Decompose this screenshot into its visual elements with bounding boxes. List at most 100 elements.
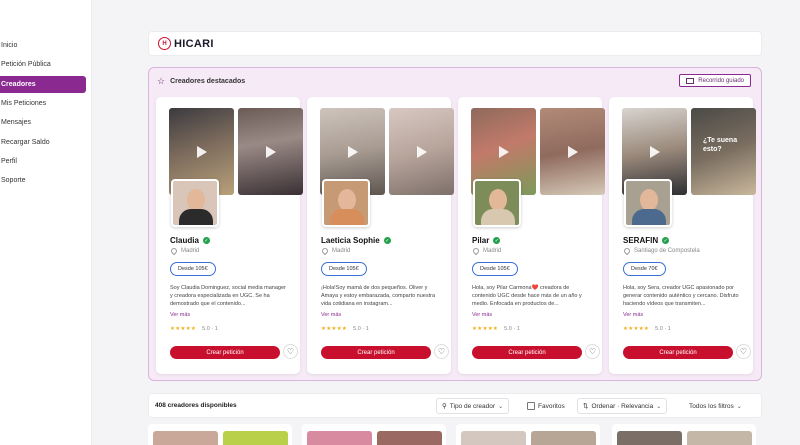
favorites-toggle[interactable]: Favoritos bbox=[527, 398, 565, 414]
rating-stars: ★★★★★ bbox=[321, 326, 348, 332]
all-filters-button[interactable]: Todos los filtros ⌄ bbox=[689, 398, 742, 414]
top-header: H HICARI bbox=[148, 31, 762, 56]
creator-bio: Soy Claudia Dominguez, social media mana… bbox=[170, 285, 286, 307]
create-request-button[interactable]: Crear petición bbox=[170, 346, 280, 359]
avatar bbox=[473, 179, 521, 227]
creator-type-filter[interactable]: ⚲ Tipo de creador ⌄ bbox=[436, 398, 510, 414]
creator-name[interactable]: Laeticia Sophie bbox=[321, 236, 380, 245]
rating-value: 5.0 · 1 bbox=[504, 326, 520, 332]
creator-location: Madrid bbox=[181, 248, 200, 254]
creator-location: Santiago de Compostela bbox=[634, 248, 700, 254]
play-icon bbox=[649, 145, 660, 158]
video-thumbnail[interactable] bbox=[461, 431, 526, 445]
creator-card[interactable]: ¿Te suena esto? SERAFIN ✓ Santiago de Com… bbox=[609, 97, 756, 374]
person-icon: ⚲ bbox=[442, 403, 447, 410]
rating-value: 5.0 · 1 bbox=[655, 326, 671, 332]
guided-tour-label: Recorrido guiado bbox=[698, 77, 744, 84]
featured-title: Creadores destacados bbox=[170, 77, 246, 85]
see-more-link[interactable]: Ver más bbox=[170, 312, 190, 318]
filter-bar: 408 creadores disponibles ⚲ Tipo de crea… bbox=[148, 393, 762, 418]
sort-dropdown[interactable]: ⇅ Ordenar · Relevancia ⌄ bbox=[577, 398, 668, 414]
sidebar-item-peticion-publica[interactable]: Petición Pública bbox=[0, 56, 86, 73]
avatar bbox=[322, 179, 370, 227]
video-thumbnail[interactable] bbox=[617, 431, 682, 445]
creator-card-partial[interactable] bbox=[456, 424, 600, 445]
price-badge: Desde 105€ bbox=[472, 262, 518, 276]
rating-stars: ★★★★★ bbox=[623, 326, 650, 332]
video-thumbnail[interactable] bbox=[153, 431, 218, 445]
favorites-checkbox[interactable] bbox=[527, 402, 535, 410]
video-thumbnail[interactable] bbox=[389, 108, 454, 195]
chevron-down-icon: ⌄ bbox=[498, 403, 504, 410]
favorites-label: Favoritos bbox=[538, 402, 565, 410]
star-icon: ☆ bbox=[157, 75, 166, 86]
sidebar-item-soporte[interactable]: Soporte bbox=[0, 172, 86, 189]
avatar bbox=[171, 179, 219, 227]
see-more-link[interactable]: Ver más bbox=[321, 312, 341, 318]
sort-icon: ⇅ bbox=[583, 403, 589, 410]
see-more-link[interactable]: Ver más bbox=[472, 312, 492, 318]
video-thumbnail[interactable] bbox=[307, 431, 372, 445]
location-pin-icon bbox=[622, 246, 632, 256]
location-pin-icon bbox=[471, 246, 481, 256]
creator-card[interactable]: Pilar ✓ Madrid Desde 105€ Hola, soy Pilar… bbox=[458, 97, 605, 374]
video-caption: ¿Te suena esto? bbox=[703, 137, 738, 153]
sidebar-item-perfil[interactable]: Perfil bbox=[0, 153, 86, 170]
creator-name[interactable]: Pilar bbox=[472, 236, 489, 245]
rating-stars: ★★★★★ bbox=[472, 326, 499, 332]
create-request-button[interactable]: Crear petición bbox=[321, 346, 431, 359]
sidebar: Inicio Petición Pública Creadores Mis Pe… bbox=[0, 0, 92, 445]
creators-count: 408 creadores disponibles bbox=[155, 402, 237, 409]
video-thumbnail[interactable] bbox=[223, 431, 288, 445]
creator-name[interactable]: SERAFIN bbox=[623, 236, 658, 245]
video-thumbnail[interactable]: ¿Te suena esto? bbox=[691, 108, 756, 195]
sidebar-item-mis-peticiones[interactable]: Mis Peticiones bbox=[0, 95, 86, 112]
guided-tour-button[interactable]: Recorrido guiado bbox=[679, 74, 751, 87]
play-icon bbox=[416, 145, 427, 158]
sidebar-item-mensajes[interactable]: Mensajes bbox=[0, 114, 86, 131]
creator-card-partial[interactable] bbox=[302, 424, 446, 445]
all-filters-label: Todos los filtros bbox=[689, 402, 734, 410]
verified-icon: ✓ bbox=[202, 237, 210, 244]
rating-value: 5.0 · 1 bbox=[202, 326, 218, 332]
price-badge: Desde 70€ bbox=[623, 262, 666, 276]
play-icon bbox=[347, 145, 358, 158]
chevron-down-icon: ⌄ bbox=[736, 403, 742, 410]
sidebar-item-inicio[interactable]: Inicio bbox=[0, 37, 86, 54]
creator-bio: ¡Hola!Soy mamá de dos pequeños. Oliver y… bbox=[321, 285, 436, 307]
create-request-button[interactable]: Crear petición bbox=[623, 346, 733, 359]
see-more-link[interactable]: Ver más bbox=[623, 312, 643, 318]
heart-icon[interactable]: ♡ bbox=[585, 344, 600, 359]
video-thumbnail[interactable] bbox=[687, 431, 752, 445]
sort-label: Ordenar · Relevancia bbox=[591, 402, 654, 410]
video-thumbnail[interactable] bbox=[531, 431, 596, 445]
creator-card[interactable]: Laeticia Sophie ✓ Madrid Desde 105€ ¡Hola… bbox=[307, 97, 454, 374]
heart-icon[interactable]: ♡ bbox=[434, 344, 449, 359]
creator-card[interactable]: Claudia ✓ Madrid Desde 105€ Soy Claudia D… bbox=[156, 97, 303, 374]
heart-icon[interactable]: ♡ bbox=[736, 344, 751, 359]
create-request-button[interactable]: Crear petición bbox=[472, 346, 582, 359]
rating-stars: ★★★★★ bbox=[170, 326, 197, 332]
location-pin-icon bbox=[169, 246, 179, 256]
sidebar-item-creadores[interactable]: Creadores bbox=[0, 76, 86, 93]
sidebar-item-recargar-saldo[interactable]: Recargar Saldo bbox=[0, 134, 86, 151]
creator-card-partial[interactable] bbox=[612, 424, 756, 445]
creator-bio: Hola, soy Pilar Carmona❤️ creadora de co… bbox=[472, 285, 582, 307]
chevron-down-icon: ⌄ bbox=[656, 403, 662, 410]
creator-type-label: Tipo de creador bbox=[449, 402, 496, 410]
price-badge: Desde 105€ bbox=[321, 262, 367, 276]
heart-icon[interactable]: ♡ bbox=[283, 344, 298, 359]
video-thumbnail[interactable] bbox=[540, 108, 605, 195]
creator-card-partial[interactable] bbox=[148, 424, 292, 445]
creator-name[interactable]: Claudia bbox=[170, 236, 199, 245]
video-thumbnail[interactable] bbox=[238, 108, 303, 195]
play-icon bbox=[265, 145, 276, 158]
location-pin-icon bbox=[320, 246, 330, 256]
featured-header: ☆ Creadores destacados bbox=[149, 68, 761, 94]
video-thumbnail[interactable] bbox=[377, 431, 442, 445]
brand-name: HICARI bbox=[174, 37, 214, 50]
verified-icon: ✓ bbox=[662, 237, 670, 244]
featured-creators-panel: ☆ Creadores destacados Recorrido guiado … bbox=[148, 67, 762, 381]
verified-icon: ✓ bbox=[383, 237, 391, 244]
play-icon bbox=[498, 145, 509, 158]
